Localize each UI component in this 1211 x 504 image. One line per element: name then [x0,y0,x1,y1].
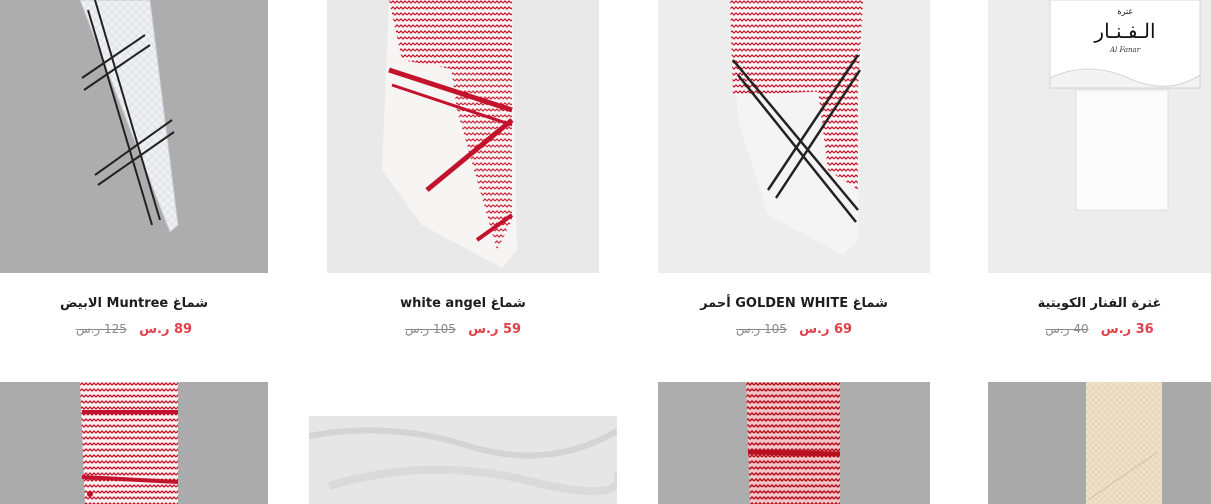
brand-latin: Al Fanar [1109,46,1141,54]
product-price: 89 ر.س 125 ر.س [0,322,268,337]
current-price: 36 ر.س [1100,322,1154,337]
product-card[interactable]: الـفـنـار غترة Al Fanar غترة الفنار الكو… [988,0,1211,350]
product-title[interactable]: غترة الفنار الكويتية [988,296,1211,311]
product-image[interactable] [988,382,1211,504]
product-title[interactable]: شماغ Muntree الابيض [0,296,268,311]
product-image[interactable] [327,0,599,273]
current-price: 59 ر.س [468,322,522,337]
product-card[interactable] [988,382,1211,504]
product-price: 59 ر.س 105 ر.س [327,322,599,337]
product-image[interactable] [658,0,930,273]
product-card[interactable] [658,382,930,504]
old-price: 105 ر.س [404,322,456,336]
product-card[interactable]: شماغ Muntree الابيض 89 ر.س 125 ر.س [0,0,268,350]
shemagh-golden-white-illustration [730,0,863,255]
brand-arabic-name: الـفـنـار [1093,19,1155,43]
shemagh-red-illustration [746,382,841,504]
product-title[interactable]: شماغ GOLDEN WHITE أحمر [658,296,930,311]
product-card[interactable] [309,416,617,504]
current-price: 89 ر.س [139,322,193,337]
product-image[interactable] [0,382,268,504]
product-price: 36 ر.س 40 ر.س [988,322,1211,337]
shemagh-white-illustration [79,0,179,233]
old-price: 40 ر.س [1045,322,1089,336]
product-image[interactable] [658,382,930,504]
shemagh-red-illustration [80,382,179,504]
brand-arabic-small: غترة [1117,7,1132,16]
shemagh-red-white-illustration [382,0,517,268]
white-fabric-illustration [309,427,617,496]
product-title[interactable]: شماغ white angel [327,296,599,311]
old-price: 105 ر.س [735,322,787,336]
product-price: 69 ر.س 105 ر.س [658,322,930,337]
product-image[interactable]: الـفـنـار غترة Al Fanar [988,0,1211,273]
beige-ghutra-illustration [1086,382,1162,504]
product-image[interactable] [309,416,617,504]
product-card[interactable] [0,382,268,504]
current-price: 69 ر.س [799,322,853,337]
product-image[interactable] [0,0,268,273]
product-card[interactable]: شماغ GOLDEN WHITE أحمر 69 ر.س 105 ر.س [658,0,930,350]
old-price: 125 ر.س [75,322,127,336]
ghutra-package-illustration: الـفـنـار غترة Al Fanar [1049,0,1201,211]
product-card[interactable]: شماغ white angel 59 ر.س 105 ر.س [327,0,599,350]
